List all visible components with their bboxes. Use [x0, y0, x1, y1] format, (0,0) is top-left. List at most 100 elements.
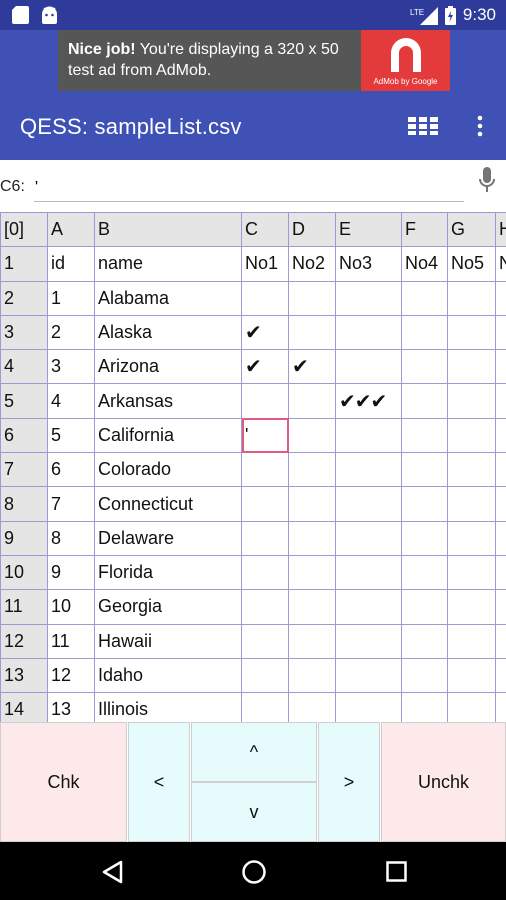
- check-button[interactable]: Chk: [0, 722, 127, 842]
- column-header-a[interactable]: A: [47, 212, 95, 248]
- row-header-cell[interactable]: 6: [0, 417, 48, 454]
- grid-cell[interactable]: [401, 383, 448, 419]
- grid-cell[interactable]: [495, 657, 506, 694]
- grid-cell[interactable]: [241, 657, 289, 694]
- grid-cell[interactable]: [447, 657, 496, 694]
- row-header-cell[interactable]: 5: [0, 383, 48, 419]
- grid-cell[interactable]: [401, 452, 448, 488]
- grid-cell[interactable]: [401, 417, 448, 454]
- grid-cell[interactable]: [288, 314, 336, 351]
- grid-cell[interactable]: [288, 486, 336, 522]
- grid-cell[interactable]: 1: [47, 280, 95, 316]
- grid-cell[interactable]: [401, 657, 448, 694]
- row-header-cell[interactable]: 13: [0, 657, 48, 694]
- grid-cell[interactable]: [288, 623, 336, 659]
- grid-cell[interactable]: ✔: [241, 349, 289, 385]
- grid-cell[interactable]: [401, 349, 448, 385]
- grid-cell[interactable]: No1: [241, 246, 289, 282]
- recent-apps-icon[interactable]: [386, 861, 407, 882]
- grid-cell[interactable]: [335, 692, 402, 722]
- grid-cell[interactable]: [495, 383, 506, 419]
- grid-cell[interactable]: Colorado: [94, 452, 242, 488]
- grid-cell[interactable]: [288, 554, 336, 591]
- grid-cell[interactable]: [495, 520, 506, 556]
- grid-cell[interactable]: 4: [47, 383, 95, 419]
- grid-cell[interactable]: No5: [447, 246, 496, 282]
- grid-cell[interactable]: [447, 692, 496, 722]
- grid-cell[interactable]: [447, 349, 496, 385]
- grid-cell[interactable]: 5: [47, 417, 95, 454]
- grid-cell[interactable]: id: [47, 246, 95, 282]
- microphone-icon[interactable]: [478, 167, 496, 195]
- grid-cell[interactable]: [335, 314, 402, 351]
- grid-cell[interactable]: Illinois: [94, 692, 242, 722]
- grid-cell[interactable]: Arizona: [94, 349, 242, 385]
- grid-cell[interactable]: 2: [47, 314, 95, 351]
- grid-cell[interactable]: [241, 280, 289, 316]
- grid-cell[interactable]: [401, 486, 448, 522]
- grid-cell[interactable]: name: [94, 246, 242, 282]
- grid-cell[interactable]: [401, 623, 448, 659]
- grid-cell[interactable]: [241, 692, 289, 722]
- grid-cell[interactable]: [495, 692, 506, 722]
- grid-cell[interactable]: [288, 692, 336, 722]
- grid-cell[interactable]: [401, 554, 448, 591]
- grid-cell[interactable]: [241, 383, 289, 419]
- cell-value-input[interactable]: [34, 174, 464, 202]
- grid-cell[interactable]: [447, 520, 496, 556]
- grid-cell[interactable]: 11: [47, 623, 95, 659]
- grid-cell[interactable]: 10: [47, 589, 95, 625]
- grid-cell[interactable]: [401, 280, 448, 316]
- grid-cell[interactable]: 3: [47, 349, 95, 385]
- grid-cell[interactable]: Georgia: [94, 589, 242, 625]
- grid-cell[interactable]: [335, 657, 402, 694]
- uncheck-button[interactable]: Unchk: [381, 722, 506, 842]
- grid-cell[interactable]: [495, 589, 506, 625]
- row-header-cell[interactable]: 7: [0, 452, 48, 488]
- grid-cell[interactable]: Connecticut: [94, 486, 242, 522]
- row-header-cell[interactable]: 10: [0, 554, 48, 591]
- row-header-cell[interactable]: 1: [0, 246, 48, 282]
- grid-cell[interactable]: [335, 452, 402, 488]
- move-up-button[interactable]: ^: [191, 722, 317, 782]
- grid-cell[interactable]: Idaho: [94, 657, 242, 694]
- grid-cell[interactable]: [447, 486, 496, 522]
- row-header-cell[interactable]: 3: [0, 314, 48, 351]
- grid-cell[interactable]: [447, 417, 496, 454]
- grid-cell[interactable]: ✔✔✔: [335, 383, 402, 419]
- grid-cell[interactable]: [335, 589, 402, 625]
- overflow-menu-icon[interactable]: [470, 114, 490, 138]
- column-header-b[interactable]: B: [94, 212, 242, 248]
- grid-cell[interactable]: Arkansas: [94, 383, 242, 419]
- ad-banner[interactable]: Nice job! You're displaying a 320 x 50 t…: [58, 30, 450, 91]
- grid-cell[interactable]: [495, 349, 506, 385]
- grid-cell[interactable]: [495, 486, 506, 522]
- grid-cell[interactable]: No2: [288, 246, 336, 282]
- grid-cell[interactable]: [401, 589, 448, 625]
- grid-cell[interactable]: 9: [47, 554, 95, 591]
- grid-cell[interactable]: [241, 452, 289, 488]
- grid-cell[interactable]: [447, 623, 496, 659]
- home-icon[interactable]: [241, 859, 267, 885]
- spreadsheet-grid[interactable]: [0]ABCDEFGH1idnameNo1No2No3No4No5N21Alab…: [0, 212, 506, 722]
- grid-cell[interactable]: [447, 452, 496, 488]
- grid-cell[interactable]: Florida: [94, 554, 242, 591]
- grid-cell[interactable]: 13: [47, 692, 95, 722]
- row-header-cell[interactable]: 12: [0, 623, 48, 659]
- column-header-g[interactable]: G: [447, 212, 496, 248]
- grid-cell[interactable]: Alabama: [94, 280, 242, 316]
- grid-cell[interactable]: [495, 417, 506, 454]
- column-header-d[interactable]: D: [288, 212, 336, 248]
- grid-cell[interactable]: [495, 314, 506, 351]
- column-header-c[interactable]: C: [241, 212, 289, 248]
- grid-cell[interactable]: Hawaii: [94, 623, 242, 659]
- grid-cell[interactable]: [335, 417, 402, 454]
- grid-cell[interactable]: 7: [47, 486, 95, 522]
- grid-view-icon[interactable]: [408, 117, 438, 135]
- grid-cell[interactable]: California: [94, 417, 242, 454]
- grid-cell[interactable]: [241, 520, 289, 556]
- grid-cell[interactable]: [495, 280, 506, 316]
- grid-cell[interactable]: ✔: [288, 349, 336, 385]
- grid-cell[interactable]: [335, 349, 402, 385]
- grid-cell[interactable]: [401, 520, 448, 556]
